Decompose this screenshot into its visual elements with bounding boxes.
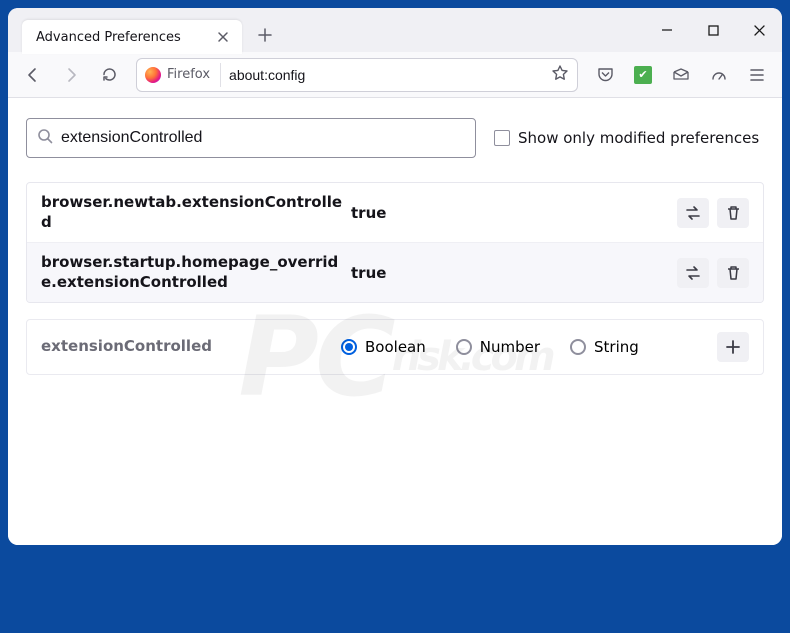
- tab-title: Advanced Preferences: [36, 30, 214, 45]
- extension-button[interactable]: ✔: [626, 59, 660, 91]
- reload-button[interactable]: [92, 59, 126, 91]
- radio-label: String: [594, 338, 639, 356]
- checkbox-label: Show only modified preferences: [518, 129, 759, 147]
- toggle-button[interactable]: [677, 258, 709, 288]
- about-config-content: Show only modified preferences browser.n…: [8, 98, 782, 545]
- inbox-button[interactable]: [664, 59, 698, 91]
- pref-actions: [677, 198, 749, 228]
- toggle-button[interactable]: [677, 198, 709, 228]
- radio-circle-icon: [341, 339, 357, 355]
- radio-label: Number: [480, 338, 540, 356]
- new-pref-row: extensionControlled Boolean Number Strin…: [26, 319, 764, 375]
- forward-button[interactable]: [54, 59, 88, 91]
- radio-number[interactable]: Number: [456, 338, 540, 356]
- identity-label: Firefox: [167, 67, 210, 82]
- search-row: Show only modified preferences: [26, 118, 764, 158]
- tab-advanced-preferences[interactable]: Advanced Preferences: [22, 20, 242, 54]
- search-box[interactable]: [26, 118, 476, 158]
- app-menu-button[interactable]: [740, 59, 774, 91]
- close-window-button[interactable]: [736, 8, 782, 52]
- url-input[interactable]: [229, 67, 543, 83]
- back-button[interactable]: [16, 59, 50, 91]
- new-pref-name: extensionControlled: [41, 337, 341, 357]
- show-only-modified-checkbox[interactable]: Show only modified preferences: [494, 129, 759, 147]
- minimize-button[interactable]: [644, 8, 690, 52]
- extension-green-icon: ✔: [634, 66, 652, 84]
- close-tab-icon[interactable]: [214, 28, 232, 46]
- add-pref-button[interactable]: [717, 332, 749, 362]
- bookmark-star-icon[interactable]: [551, 64, 569, 86]
- pref-name: browser.newtab.extensionControlled: [41, 193, 351, 232]
- radio-circle-icon: [570, 339, 586, 355]
- pocket-button[interactable]: [588, 59, 622, 91]
- radio-string[interactable]: String: [570, 338, 639, 356]
- type-radio-group: Boolean Number String: [341, 338, 717, 356]
- search-icon: [37, 128, 53, 148]
- delete-button[interactable]: [717, 258, 749, 288]
- radio-label: Boolean: [365, 338, 426, 356]
- url-bar[interactable]: Firefox: [136, 58, 578, 92]
- pref-value: true: [351, 204, 677, 222]
- pref-list: browser.newtab.extensionControlled true …: [26, 182, 764, 303]
- radio-boolean[interactable]: Boolean: [341, 338, 426, 356]
- firefox-logo-icon: [145, 67, 161, 83]
- checkbox-box-icon: [494, 130, 510, 146]
- browser-window: Advanced Preferences: [8, 8, 782, 545]
- identity-box[interactable]: Firefox: [145, 63, 221, 87]
- delete-button[interactable]: [717, 198, 749, 228]
- window-controls: [644, 8, 782, 52]
- pref-row[interactable]: browser.startup.homepage_override.extens…: [27, 243, 763, 302]
- search-input[interactable]: [61, 129, 465, 147]
- maximize-button[interactable]: [690, 8, 736, 52]
- dashboard-button[interactable]: [702, 59, 736, 91]
- pref-value: true: [351, 264, 677, 282]
- pref-name: browser.startup.homepage_override.extens…: [41, 253, 351, 292]
- radio-circle-icon: [456, 339, 472, 355]
- nav-toolbar: Firefox ✔: [8, 52, 782, 98]
- pref-row[interactable]: browser.newtab.extensionControlled true: [27, 183, 763, 243]
- pref-actions: [677, 258, 749, 288]
- new-tab-button[interactable]: [250, 20, 280, 50]
- titlebar: Advanced Preferences: [8, 8, 782, 52]
